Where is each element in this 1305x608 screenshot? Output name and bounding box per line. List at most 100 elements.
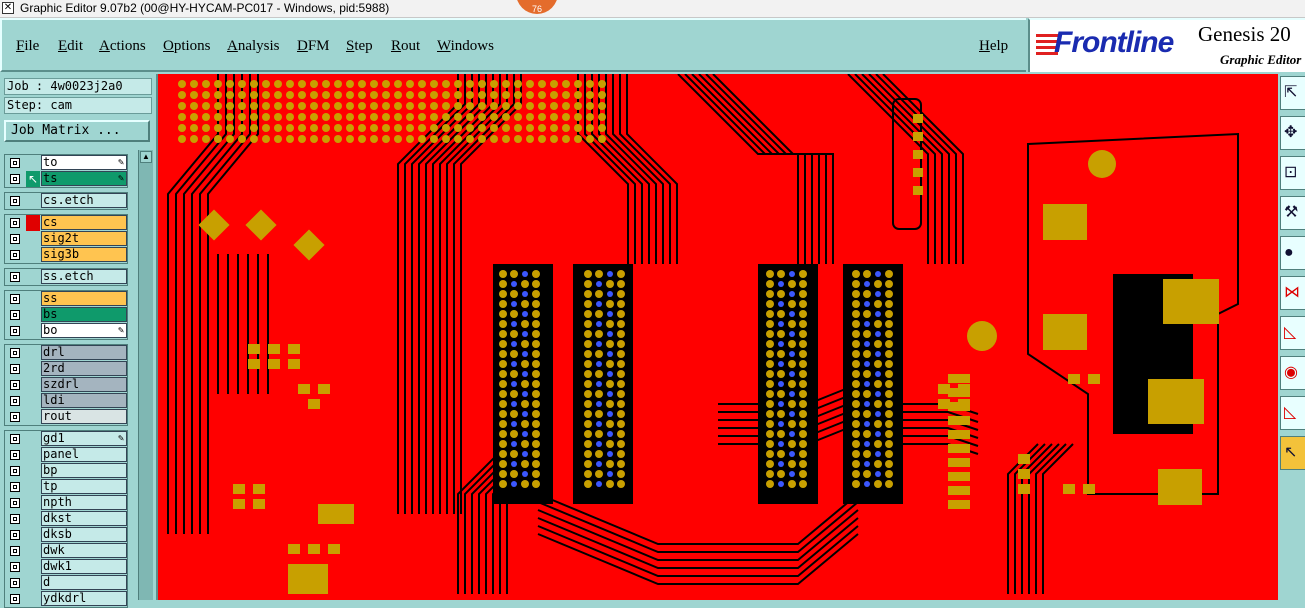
layer-name[interactable]: cs.etch (41, 193, 127, 208)
layer-color-indicator[interactable] (26, 231, 40, 247)
zoom-box-icon[interactable]: ⊡ (1280, 156, 1305, 190)
layer-color-indicator[interactable]: ↖ (26, 171, 40, 187)
layer-color-indicator[interactable] (26, 527, 40, 543)
layer-checkbox[interactable] (10, 562, 20, 572)
layer-checkbox[interactable] (10, 450, 20, 460)
layer-color-indicator[interactable] (26, 193, 40, 209)
layer-checkbox[interactable] (10, 396, 20, 406)
layer-checkbox[interactable] (10, 158, 20, 168)
select-arrow-icon[interactable]: ↖ (1280, 436, 1305, 470)
measure-icon[interactable]: ◺ (1280, 316, 1305, 350)
probe-icon[interactable]: ◉ (1280, 356, 1305, 390)
layer-name[interactable]: bp (41, 463, 127, 478)
layer-color-indicator[interactable] (26, 409, 40, 425)
layer-name[interactable]: ydkdrl (41, 591, 127, 606)
layer-row-cs-etch[interactable]: cs.etch (4, 193, 128, 209)
layer-name[interactable]: drl (41, 345, 127, 360)
menu-analysis[interactable]: Analysis (227, 38, 280, 55)
job-matrix-button[interactable]: Job Matrix ... (4, 120, 150, 142)
layer-row-szdrl[interactable]: szdrl (4, 377, 128, 393)
layer-row-ldi[interactable]: ldi (4, 393, 128, 409)
layer-row-ss[interactable]: ss (4, 291, 128, 307)
move-tool-icon[interactable]: ⇱ (1280, 76, 1305, 110)
layer-checkbox[interactable] (10, 412, 20, 422)
layer-row-2rd[interactable]: 2rd (4, 361, 128, 377)
layer-name[interactable]: tp (41, 479, 127, 494)
layer-checkbox[interactable] (10, 218, 20, 228)
layer-color-indicator[interactable] (26, 511, 40, 527)
layer-row-panel[interactable]: panel (4, 447, 128, 463)
layer-color-indicator[interactable] (26, 393, 40, 409)
layer-row-drl[interactable]: drl (4, 345, 128, 361)
menu-rout[interactable]: Rout (391, 38, 420, 55)
layer-name[interactable]: d (41, 575, 127, 590)
layer-name[interactable]: ldi (41, 393, 127, 408)
layer-name[interactable]: npth (41, 495, 127, 510)
layer-row-to[interactable]: to ✎ (4, 155, 128, 171)
layer-checkbox[interactable] (10, 578, 20, 588)
layer-checkbox[interactable] (10, 434, 20, 444)
layer-checkbox[interactable] (10, 310, 20, 320)
layer-name[interactable]: to ✎ (41, 155, 127, 170)
layer-row-sig2t[interactable]: sig2t (4, 231, 128, 247)
layer-name[interactable]: cs (41, 215, 127, 230)
layer-color-indicator[interactable] (26, 155, 40, 171)
layer-checkbox[interactable] (10, 196, 20, 206)
layer-color-indicator[interactable] (26, 377, 40, 393)
layer-name[interactable]: 2rd (41, 361, 127, 376)
layer-name[interactable]: ts ✎ (41, 171, 127, 186)
layer-row-bs[interactable]: bs (4, 307, 128, 323)
layer-checkbox[interactable] (10, 348, 20, 358)
layer-row-d[interactable]: d (4, 575, 128, 591)
menu-actions[interactable]: Actions (99, 38, 146, 55)
layer-name[interactable]: szdrl (41, 377, 127, 392)
layer-row-ydkdrl[interactable]: ydkdrl (4, 591, 128, 607)
layer-checkbox[interactable] (10, 482, 20, 492)
pcb-artwork[interactable] (158, 74, 1278, 600)
layer-checkbox[interactable] (10, 294, 20, 304)
layer-name[interactable]: bo ✎ (41, 323, 127, 338)
layer-checkbox[interactable] (10, 594, 20, 604)
layer-color-indicator[interactable] (26, 495, 40, 511)
layer-checkbox[interactable] (10, 364, 20, 374)
menu-help[interactable]: Help (979, 38, 1008, 55)
layer-row-rout[interactable]: rout (4, 409, 128, 425)
layer-checkbox[interactable] (10, 530, 20, 540)
menu-dfm[interactable]: DFM (297, 38, 330, 55)
layer-color-indicator[interactable] (26, 543, 40, 559)
scroll-up-icon[interactable]: ▲ (140, 151, 152, 163)
layer-color-indicator[interactable] (26, 575, 40, 591)
menu-options[interactable]: Options (163, 38, 211, 55)
layer-checkbox[interactable] (10, 326, 20, 336)
pcb-canvas[interactable] (156, 74, 1278, 600)
layer-checkbox[interactable] (10, 174, 20, 184)
layer-name[interactable]: bs (41, 307, 127, 322)
menu-file[interactable]: File (16, 38, 39, 55)
menu-windows[interactable]: Windows (437, 38, 494, 55)
layer-color-indicator[interactable] (26, 463, 40, 479)
layer-color-indicator[interactable] (26, 559, 40, 575)
layer-name[interactable]: gd1 ✎ (41, 431, 127, 446)
layer-name[interactable]: sig2t (41, 231, 127, 246)
layer-name[interactable]: dksb (41, 527, 127, 542)
layer-row-dkst[interactable]: dkst (4, 511, 128, 527)
layer-row-tp[interactable]: tp (4, 479, 128, 495)
layer-list-scrollbar[interactable]: ▲ (138, 150, 153, 600)
layer-row-sig3b[interactable]: sig3b (4, 247, 128, 263)
layer-color-indicator[interactable] (26, 345, 40, 361)
fill-circle-icon[interactable]: ● (1280, 236, 1305, 270)
layer-color-indicator[interactable] (26, 479, 40, 495)
layer-color-indicator[interactable] (26, 291, 40, 307)
layer-row-npth[interactable]: npth (4, 495, 128, 511)
ruler-icon[interactable]: ◺ (1280, 396, 1305, 430)
layer-row-dwk1[interactable]: dwk1 (4, 559, 128, 575)
layer-row-gd1[interactable]: gd1 ✎ (4, 431, 128, 447)
layer-color-indicator[interactable] (26, 247, 40, 263)
layer-row-ts[interactable]: ↖ ts ✎ (4, 171, 128, 187)
layer-color-indicator[interactable] (26, 323, 40, 339)
menu-step[interactable]: Step (346, 38, 373, 55)
pan-tool-icon[interactable]: ✥ (1280, 116, 1305, 150)
layer-row-dwk[interactable]: dwk (4, 543, 128, 559)
layer-row-ss-etch[interactable]: ss.etch (4, 269, 128, 285)
layer-color-indicator[interactable] (26, 447, 40, 463)
